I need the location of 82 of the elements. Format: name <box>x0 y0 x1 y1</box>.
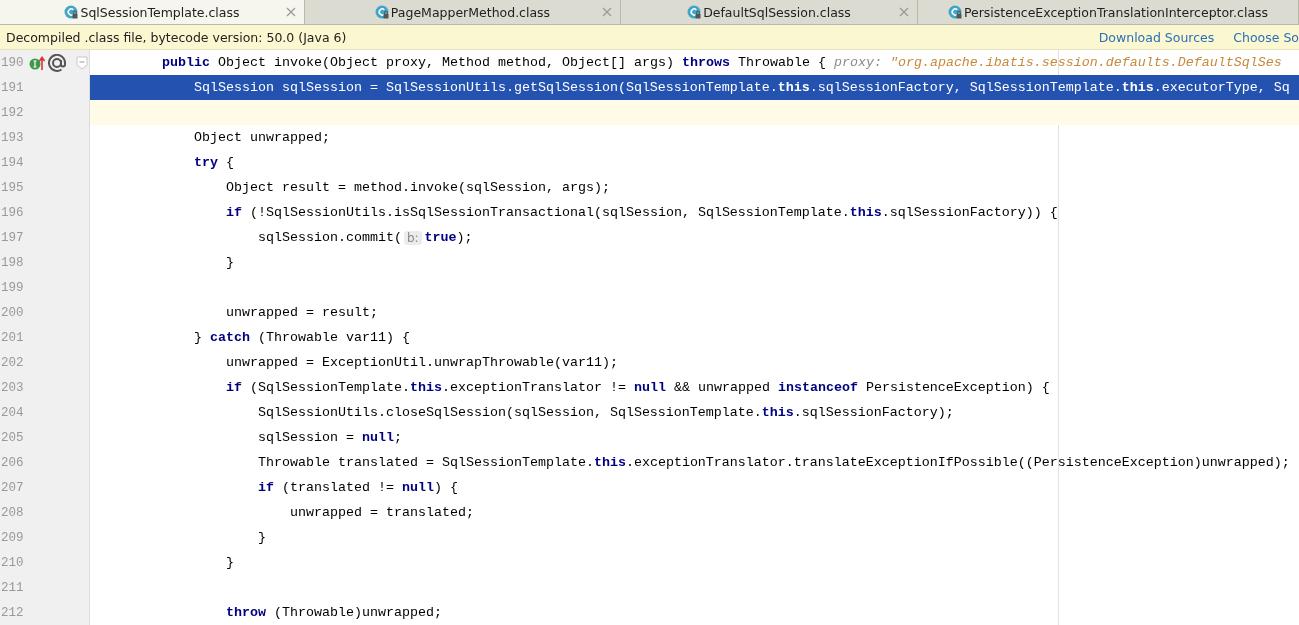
line-number: 193 <box>0 130 25 145</box>
code-text: } <box>224 255 234 270</box>
close-icon[interactable] <box>286 7 296 17</box>
banner-text: Decompiled .class file, bytecode version: 50.0 (Java 6) <box>6 29 347 45</box>
editor-line[interactable]: 201 } catch (Throwable var11) { <box>0 325 1299 350</box>
editor-line[interactable]: 193 Object unwrapped; <box>0 125 1299 150</box>
code-text: if (SqlSessionTemplate.this.exceptionTranslator != null && unwrapped instanceof PersistenceException) { <box>225 380 1050 395</box>
class-file-icon <box>687 5 702 20</box>
class-file-icon <box>947 5 962 20</box>
editor-line[interactable]: 202 unwrapped = ExceptionUtil.unwrapThrowable(var11); <box>0 350 1299 375</box>
line-number: 202 <box>0 355 25 370</box>
line-number: 197 <box>0 230 25 245</box>
line-number: 206 <box>0 455 25 470</box>
code-text: unwrapped = translated; <box>288 505 474 520</box>
editor-line[interactable]: 197 sqlSession.commit( b: true); <box>0 225 1299 250</box>
code-text: sqlSession = null; <box>256 430 402 445</box>
class-file-icon <box>64 5 79 20</box>
value-hint-name: proxy: <box>833 55 882 70</box>
line-number: 211 <box>0 580 25 595</box>
line-number: 203 <box>0 380 25 395</box>
editor-line[interactable]: 198 } <box>0 250 1299 275</box>
editor-line[interactable]: 206 Throwable translated = SqlSessionTemplate.this.exceptionTranslator.translateExceptionIfPossible((PersistenceException)unwrapped); <box>0 450 1299 475</box>
editor-line[interactable]: 200 unwrapped = result; <box>0 300 1299 325</box>
code-text: Object unwrapped; <box>192 130 330 145</box>
editor-line[interactable]: 212 throw (Throwable)unwrapped; <box>0 600 1299 625</box>
editor-line[interactable]: 190 public Object invoke(Object proxy, Method method, Object[] args) throws Throwable { proxy: "org.apache.ibatis.session.defaults.DefaultSqlSes <box>0 50 1299 75</box>
line-number: 199 <box>0 280 25 295</box>
code-text: if (translated != null) { <box>256 480 458 495</box>
code-text: public Object invoke(Object proxy, Method method, Object[] args) throws Throwable { <box>161 55 826 70</box>
line-number: 190 <box>0 55 25 70</box>
line-number: 209 <box>0 530 25 545</box>
editor-line[interactable]: 203 if (SqlSessionTemplate.this.exceptionTranslator != null && unwrapped instanceof PersistenceException) { <box>0 375 1299 400</box>
code-text: } catch (Throwable var11) { <box>192 330 410 345</box>
code-text: if (!SqlSessionUtils.isSqlSessionTransactional(sqlSession, SqlSessionTemplate.this.sqlSessionFactory)) { <box>225 205 1058 220</box>
line-number: 212 <box>0 605 25 620</box>
editor-line[interactable]: 195 Object result = method.invoke(sqlSession, args); <box>0 175 1299 200</box>
line-number: 198 <box>0 255 25 270</box>
editor-line[interactable]: 210 } <box>0 550 1299 575</box>
code-text: unwrapped = result; <box>224 305 378 320</box>
line-number: 200 <box>0 305 25 320</box>
banner-link[interactable]: Download Sources <box>1098 29 1215 45</box>
line-number: 205 <box>0 430 25 445</box>
line-number: 210 <box>0 555 25 570</box>
editor-line[interactable]: 204 SqlSessionUtils.closeSqlSession(sqlSession, SqlSessionTemplate.this.sqlSessionFactory); <box>0 400 1299 425</box>
class-file-icon <box>374 5 389 20</box>
editor-line[interactable]: 207 if (translated != null) { <box>0 475 1299 500</box>
close-icon[interactable] <box>899 7 909 17</box>
line-number: 208 <box>0 505 25 520</box>
line-number: 194 <box>0 155 25 170</box>
parameter-hint: b: <box>403 230 422 245</box>
code-text: } <box>256 530 266 545</box>
line-number: 191 <box>0 80 25 95</box>
close-icon[interactable] <box>602 7 612 17</box>
editor-tab[interactable]: DefaultSqlSession.class <box>621 0 918 25</box>
editor-line[interactable]: 205 sqlSession = null; <box>0 425 1299 450</box>
editor-tab[interactable]: PageMapperMethod.class <box>305 0 621 25</box>
code-text: unwrapped = ExceptionUtil.unwrapThrowable(var11); <box>224 355 618 370</box>
editor-line[interactable]: 209 } <box>0 525 1299 550</box>
editor-line[interactable]: 208 unwrapped = translated; <box>0 500 1299 525</box>
code-text: sqlSession.commit( <box>256 230 402 245</box>
code-text: SqlSessionUtils.closeSqlSession(sqlSession, SqlSessionTemplate.this.sqlSessionFactory); <box>256 405 954 420</box>
implements-marker-icon <box>29 54 46 71</box>
annotation-marker-icon <box>48 53 67 72</box>
code-text: true); <box>424 230 473 245</box>
line-number: 207 <box>0 480 25 495</box>
line-number: 195 <box>0 180 25 195</box>
code-text: Throwable translated = SqlSessionTemplate.this.exceptionTranslator.translateExceptionIfPossible((PersistenceException)unwrapped); <box>256 455 1290 470</box>
line-number: 201 <box>0 330 25 345</box>
code-text: SqlSession sqlSession = SqlSessionUtils.getSqlSession(SqlSessionTemplate.this.sqlSessionFactory, SqlSessionTemplate.this.executorType, Sq <box>192 80 1290 95</box>
value-hint: "org.apache.ibatis.session.defaults.DefaultSqlSes <box>889 55 1282 70</box>
code-text: throw (Throwable)unwrapped; <box>225 605 442 620</box>
line-number: 204 <box>0 405 25 420</box>
editor-line[interactable]: 194 try { <box>0 150 1299 175</box>
editor-tab[interactable]: SqlSessionTemplate.class <box>0 0 305 25</box>
banner-link[interactable]: Choose So <box>1233 29 1299 45</box>
line-number: 196 <box>0 205 25 220</box>
code-text: } <box>224 555 234 570</box>
editor-line[interactable]: 196 if (!SqlSessionUtils.isSqlSessionTransactional(sqlSession, SqlSessionTemplate.this.sqlSessionFactory)) { <box>0 200 1299 225</box>
editor-tab[interactable]: PersistenceExceptionTranslationInterceptor.class <box>918 0 1299 25</box>
code-text: try { <box>193 155 234 170</box>
code-text: Object result = method.invoke(sqlSession, args); <box>224 180 610 195</box>
line-number: 192 <box>0 105 25 120</box>
